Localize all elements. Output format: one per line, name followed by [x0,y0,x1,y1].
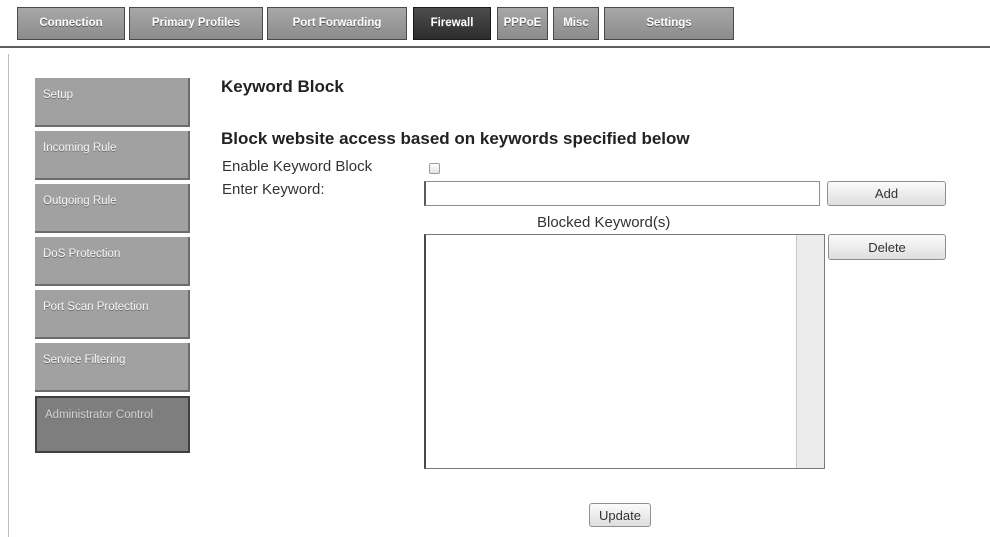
tab-misc[interactable]: Misc [553,7,599,40]
sidebar-item-incoming-rule[interactable]: Incoming Rule [35,131,190,180]
tab-pppoe[interactable]: PPPoE [497,7,548,40]
sidebar-item-port-scan-protection[interactable]: Port Scan Protection [35,290,190,339]
blocked-keywords-heading: Blocked Keyword(s) [537,214,671,231]
sidebar-item-administrator-control[interactable]: Administrator Control [35,396,190,453]
sidebar-item-setup[interactable]: Setup [35,78,190,127]
enable-keyword-block-checkbox[interactable] [429,163,440,174]
list-scrollbar[interactable] [796,235,824,468]
add-button[interactable]: Add [827,181,946,206]
blocked-keywords-list[interactable] [424,234,825,469]
page-title: Keyword Block [221,77,344,96]
tab-settings[interactable]: Settings [604,7,734,40]
section-title: Block website access based on keywords s… [221,129,690,148]
update-button[interactable]: Update [589,503,651,527]
tab-port-forwarding[interactable]: Port Forwarding [267,7,407,40]
top-tab-bar: Connection Primary Profiles Port Forward… [0,0,990,48]
enter-keyword-label: Enter Keyword: [222,181,325,198]
keyword-input[interactable] [424,181,820,206]
tab-connection[interactable]: Connection [17,7,125,40]
sidebar-item-outgoing-rule[interactable]: Outgoing Rule [35,184,190,233]
sidebar-item-service-filtering[interactable]: Service Filtering [35,343,190,392]
delete-button[interactable]: Delete [828,234,946,260]
tab-primary-profiles[interactable]: Primary Profiles [129,7,263,40]
sidebar-item-dos-protection[interactable]: DoS Protection [35,237,190,286]
enable-keyword-block-label: Enable Keyword Block [222,158,373,175]
tab-firewall[interactable]: Firewall [413,7,491,40]
content-divider [8,455,9,537]
